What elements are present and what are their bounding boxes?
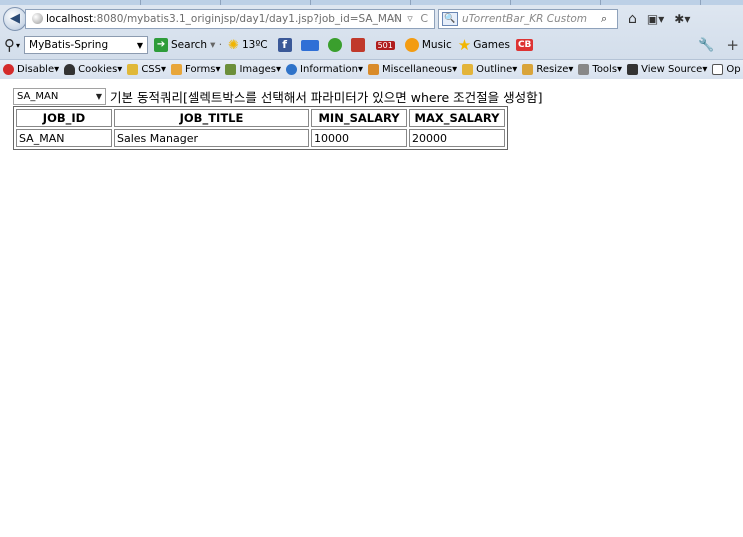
url-bar[interactable]: localhost:8080/mybatis3.1_originjsp/day1…: [25, 8, 435, 29]
wd-label: Forms: [185, 64, 216, 75]
wd-label: Images: [239, 64, 277, 75]
wd-label: Miscellaneous: [381, 64, 453, 75]
miscellaneous-icon: [367, 64, 379, 75]
chevron-down-icon: ▼: [136, 40, 144, 50]
wd-outline[interactable]: Outline ▾: [462, 64, 517, 75]
back-arrow-icon: ◀: [10, 11, 20, 26]
custom-toolbar: ⚲ ▾ MyBatis-Spring ▼ ➔ Search ▾ · ✺ 13ºC …: [4, 36, 739, 54]
games-button[interactable]: ★ Games: [458, 36, 510, 54]
notification-badge[interactable]: 501: [375, 40, 395, 50]
toolbar-search-label: Search: [171, 39, 208, 51]
column-header-min-salary: MIN_SALARY: [311, 109, 407, 127]
wd-options[interactable]: Op: [712, 64, 741, 75]
tab-strip: [0, 0, 743, 5]
images-icon: [225, 64, 237, 75]
filter-line: SA_MAN ▼ 기본 동적쿼리[셀렉트박스를 선택해서 파라미터가 있으면 w…: [13, 87, 542, 106]
chevron-down-icon: ▼: [95, 92, 102, 101]
search-bar[interactable]: 🔍 uTorrentBar_KR Custom ⌕: [438, 8, 618, 29]
view-source-icon: [627, 64, 639, 75]
games-label: Games: [473, 39, 510, 51]
navigation-bar: ◀ localhost:8080/mybatis3.1_originjsp/da…: [0, 6, 743, 31]
home-icon[interactable]: ⌂: [628, 11, 637, 27]
music-button[interactable]: Music: [404, 38, 452, 52]
css-icon: [127, 64, 139, 75]
wd-css[interactable]: CSS ▾: [127, 64, 166, 75]
cb-button[interactable]: CB: [515, 39, 534, 51]
wd-label: Outline: [476, 64, 513, 75]
weather-widget[interactable]: ✺ 13ºC: [228, 38, 268, 53]
profile-select[interactable]: MyBatis-Spring ▼: [24, 36, 149, 54]
options-icon: [712, 64, 724, 75]
disable-icon: [3, 64, 14, 75]
video-icon[interactable]: [350, 38, 365, 52]
wrench-icon[interactable]: 🔧: [698, 38, 714, 53]
browser-chrome: ◀ localhost:8080/mybatis3.1_originjsp/da…: [0, 0, 743, 79]
toolbar-search-button[interactable]: ➔ Search ▾ ·: [154, 38, 222, 52]
wd-label: View Source: [641, 64, 703, 75]
mail-icon[interactable]: [300, 39, 319, 51]
facebook-icon[interactable]: f: [277, 38, 292, 52]
job-id-select[interactable]: SA_MAN ▼: [13, 88, 106, 105]
wd-label: CSS: [141, 64, 162, 75]
addon-menu-icon[interactable]: ✱▾: [674, 12, 690, 26]
job-id-select-value: SA_MAN: [17, 91, 59, 102]
forms-icon: [171, 64, 183, 75]
url-host: localhost: [46, 12, 94, 25]
wd-label: Information: [300, 64, 358, 75]
resize-icon: [522, 64, 534, 75]
wd-label: Resize: [536, 64, 569, 75]
page-description: 기본 동적쿼리[셀렉트박스를 선택해서 파라미터가 있으면 where 조건절을…: [110, 90, 543, 105]
back-button[interactable]: ◀: [3, 6, 27, 31]
cell-job-id: SA_MAN: [16, 129, 112, 147]
wd-view-source[interactable]: View Source ▾: [627, 64, 707, 75]
cell-max-salary: 20000: [409, 129, 505, 147]
column-header-max-salary: MAX_SALARY: [409, 109, 505, 127]
wd-cookies[interactable]: Cookies ▾: [64, 64, 122, 75]
wd-label: Tools: [592, 64, 618, 75]
cell-min-salary: 10000: [311, 129, 407, 147]
utorrent-icon[interactable]: [327, 38, 342, 52]
music-icon: [404, 38, 419, 52]
table-row: SA_MAN Sales Manager 10000 20000: [16, 129, 505, 147]
sun-icon: ✺: [228, 37, 239, 53]
cookie-icon: [64, 64, 76, 75]
plus-icon[interactable]: +: [726, 36, 739, 54]
search-go-icon[interactable]: ⌕: [601, 12, 617, 26]
music-label: Music: [421, 39, 452, 51]
url-path: :8080/mybatis3.1_originjsp/day1/day1.jsp…: [93, 12, 402, 25]
wd-resize[interactable]: Resize ▾: [522, 64, 573, 75]
cb-label: CB: [515, 39, 534, 51]
page-content: SA_MAN ▼ 기본 동적쿼리[셀렉트박스를 선택해서 파라미터가 있으면 w…: [0, 80, 743, 537]
weather-temp: 13ºC: [241, 39, 268, 51]
tools-icon: [578, 64, 590, 75]
toolbar-search-icon[interactable]: ⚲: [4, 36, 15, 54]
wd-tools[interactable]: Tools ▾: [578, 64, 622, 75]
wd-label: Cookies: [78, 64, 118, 75]
search-placeholder: uTorrentBar_KR Custom: [462, 12, 588, 25]
jobs-table: JOB_ID JOB_TITLE MIN_SALARY MAX_SALARY S…: [13, 106, 508, 150]
table-header-row: JOB_ID JOB_TITLE MIN_SALARY MAX_SALARY: [16, 109, 505, 127]
wd-forms[interactable]: Forms ▾: [171, 64, 220, 75]
column-header-job-title: JOB_TITLE: [114, 109, 309, 127]
wd-label: Op: [726, 64, 741, 75]
wd-label: Disable: [17, 64, 55, 75]
profile-select-value: MyBatis-Spring: [29, 39, 109, 51]
wd-miscellaneous[interactable]: Miscellaneous ▾: [367, 64, 457, 75]
search-arrow-icon: ➔: [154, 38, 169, 52]
cell-job-title: Sales Manager: [114, 129, 309, 147]
outline-icon: [462, 64, 474, 75]
bookmarks-menu-icon[interactable]: ▣▾: [647, 12, 664, 26]
web-developer-toolbar: Disable ▾ Cookies ▾ CSS ▾ Forms ▾ Images ▾ In…: [0, 59, 743, 79]
wd-images[interactable]: Images ▾: [225, 64, 281, 75]
search-engine-icon[interactable]: 🔍: [442, 11, 458, 26]
star-icon: ★: [457, 36, 472, 54]
wd-information[interactable]: Information ▾: [286, 64, 363, 75]
column-header-job-id: JOB_ID: [16, 109, 112, 127]
badge-count: 501: [375, 40, 395, 50]
wd-disable[interactable]: Disable ▾: [3, 64, 59, 75]
bookmark-star-icon[interactable]: ☆ ▿ C: [390, 12, 430, 25]
information-icon: [286, 64, 298, 75]
site-identity-icon: [32, 13, 43, 24]
